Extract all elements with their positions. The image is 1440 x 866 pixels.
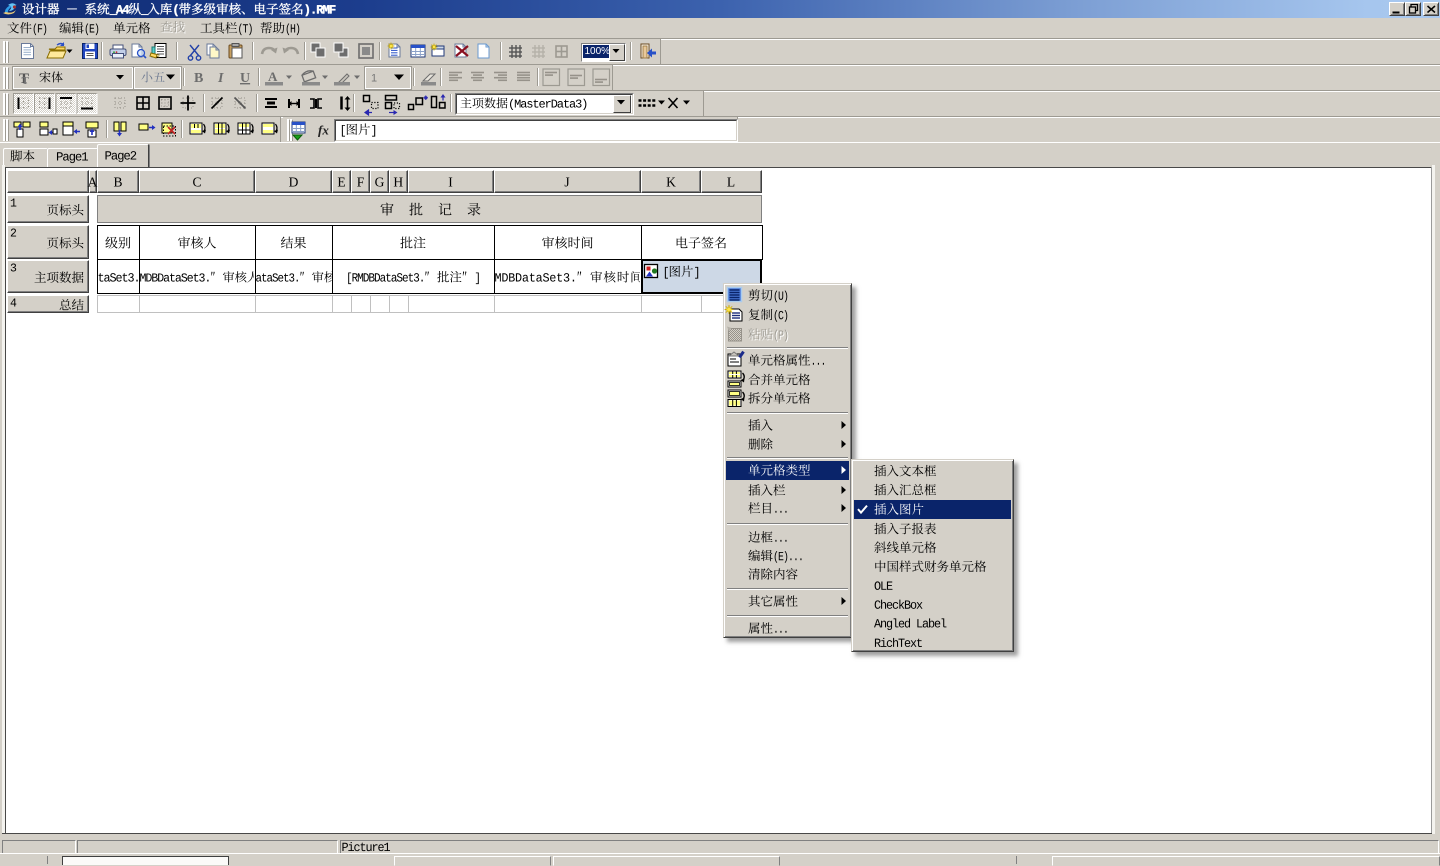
svg-text:1: 1 (10, 198, 17, 211)
svg-text:G: G (375, 175, 385, 190)
svg-text:2: 2 (10, 228, 17, 241)
svg-text:E: E (337, 175, 345, 190)
svg-text:D: D (289, 175, 299, 190)
svg-text:1: 1 (371, 73, 377, 85)
svg-text:3: 3 (10, 263, 17, 276)
svg-text:B: B (194, 71, 203, 86)
svg-text:J: J (564, 175, 569, 190)
svg-text:U: U (240, 71, 250, 86)
svg-text:100%: 100% (585, 46, 611, 57)
svg-text:H: H (393, 175, 403, 190)
svg-text:4: 4 (10, 298, 17, 311)
svg-text:F: F (357, 175, 365, 190)
svg-text:I: I (448, 175, 453, 190)
svg-text:K: K (666, 175, 676, 190)
svg-text:I: I (217, 71, 224, 86)
svg-text:fx: fx (318, 123, 329, 138)
svg-text:A: A (268, 69, 278, 84)
svg-text:C: C (192, 175, 201, 190)
svg-text:T: T (22, 75, 30, 87)
svg-text:L: L (727, 175, 735, 190)
svg-text:A: A (88, 175, 98, 190)
svg-text:B: B (113, 175, 122, 190)
